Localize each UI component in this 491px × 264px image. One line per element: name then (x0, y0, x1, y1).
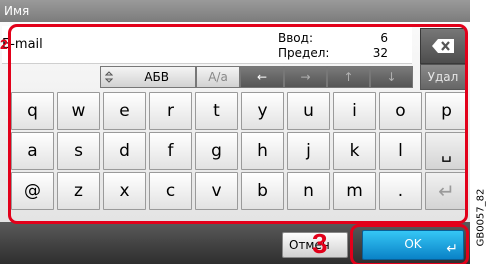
figure-code: GB0057_82 (470, 170, 491, 264)
screen: Имя E-mail Ввод: 6 Предел: 32 Удал АБВ A… (0, 0, 470, 264)
callout-number-2: 2 (0, 36, 8, 52)
callout-number-3: 3 (312, 228, 328, 259)
callout-frame-keyboard (8, 24, 468, 224)
callout-frame-ok (350, 224, 469, 264)
screen-title: Имя (0, 0, 470, 22)
figure-code-text: GB0057_82 (475, 188, 487, 246)
